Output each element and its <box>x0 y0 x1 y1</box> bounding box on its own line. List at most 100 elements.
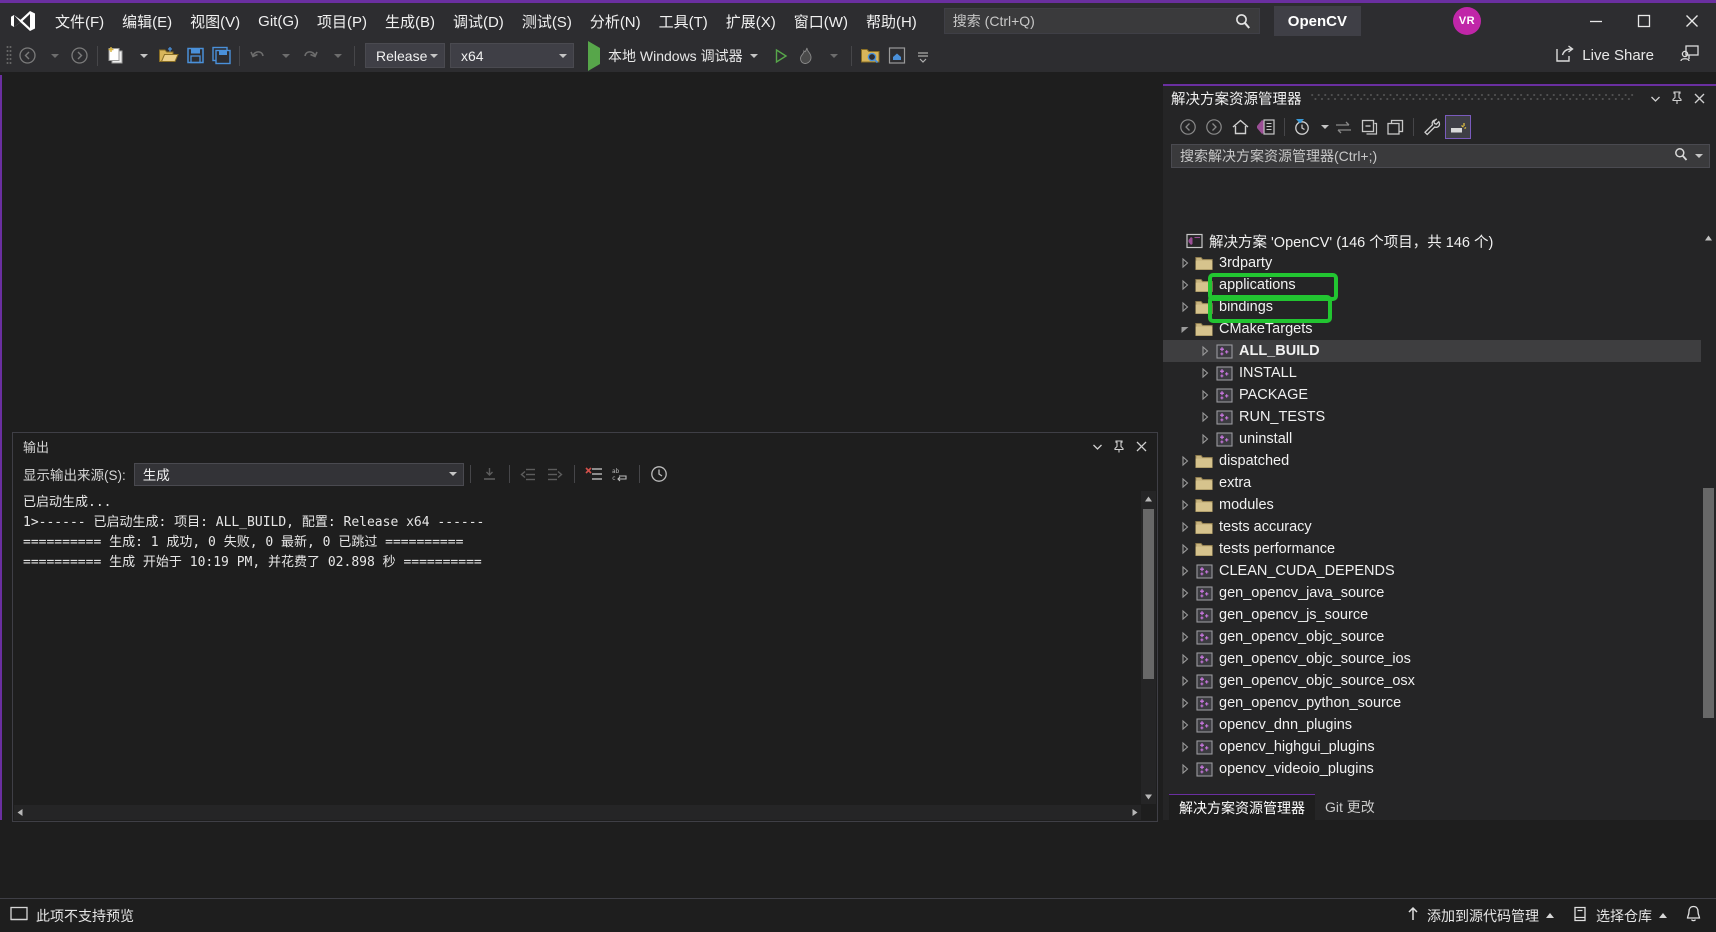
tab-solution-explorer[interactable]: 解决方案资源管理器 <box>1169 794 1315 820</box>
toggle-word-wrap-icon[interactable]: ab c <box>607 462 633 486</box>
minimize-icon[interactable] <box>1572 3 1620 39</box>
tree-row[interactable]: CLEAN_CUDA_DEPENDS <box>1163 560 1716 582</box>
collapse-all-icon[interactable] <box>1356 115 1382 139</box>
clear-all-icon[interactable] <box>581 462 607 486</box>
scroll-up-icon[interactable] <box>1141 491 1156 506</box>
chevron-right-icon[interactable] <box>1177 714 1193 736</box>
chevron-right-icon[interactable] <box>1197 340 1213 362</box>
tree-row[interactable]: gen_opencv_objc_source_osx <box>1163 670 1716 692</box>
live-share-session-icon[interactable] <box>1670 41 1710 70</box>
pin-icon[interactable] <box>1109 435 1129 457</box>
tree-row[interactable]: RUN_TESTS <box>1163 406 1716 428</box>
solution-home-icon[interactable] <box>884 42 910 70</box>
solution-configuration-dropdown[interactable]: Release <box>365 43 445 68</box>
menu-item-tools[interactable]: 工具(T) <box>650 3 717 39</box>
active-solution-chip[interactable]: OpenCV <box>1273 6 1361 36</box>
tree-row[interactable]: tests accuracy <box>1163 516 1716 538</box>
undo-dropdown[interactable] <box>271 42 297 70</box>
chevron-right-icon[interactable] <box>1197 428 1213 450</box>
sync-with-active-document-icon[interactable] <box>1330 115 1356 139</box>
tree-row[interactable]: opencv_videoio_plugins <box>1163 758 1716 778</box>
back-icon[interactable] <box>1175 115 1201 139</box>
save-file-icon[interactable] <box>182 42 208 70</box>
close-icon[interactable] <box>1688 86 1710 110</box>
chevron-down-icon[interactable] <box>1087 435 1107 457</box>
output-vertical-scrollbar[interactable] <box>1141 491 1156 804</box>
chevron-right-icon[interactable] <box>1177 494 1193 516</box>
tree-row[interactable]: gen_opencv_js_source <box>1163 604 1716 626</box>
chevron-right-icon[interactable] <box>1177 538 1193 560</box>
solution-explorer-scrollbar[interactable] <box>1701 230 1716 778</box>
chevron-right-icon[interactable] <box>1177 648 1193 670</box>
tree-row[interactable]: gen_opencv_python_source <box>1163 692 1716 714</box>
chevron-right-icon[interactable] <box>1177 296 1193 318</box>
chevron-down-icon[interactable] <box>1177 318 1193 340</box>
menu-item-test[interactable]: 测试(S) <box>513 3 581 39</box>
preview-selected-items-icon[interactable] <box>1445 115 1471 139</box>
tree-row[interactable]: modules <box>1163 494 1716 516</box>
menu-item-project[interactable]: 项目(P) <box>308 3 376 39</box>
toolbar-overflow-icon[interactable] <box>910 42 936 70</box>
notifications-button[interactable] <box>1685 905 1702 926</box>
close-icon[interactable] <box>1131 435 1151 457</box>
redo-icon[interactable] <box>297 42 323 70</box>
solution-platform-dropdown[interactable]: x64 <box>450 43 574 68</box>
global-search-input[interactable]: 搜索 (Ctrl+Q) <box>943 8 1260 34</box>
chevron-right-icon[interactable] <box>1177 582 1193 604</box>
scroll-left-icon[interactable] <box>16 804 24 822</box>
menu-item-debug[interactable]: 调试(D) <box>444 3 513 39</box>
navigate-back-button[interactable] <box>14 42 40 70</box>
tree-row-solution-root[interactable]: 解决方案 'OpenCV' (146 个项目，共 146 个) <box>1163 230 1716 252</box>
navigate-back-dropdown[interactable] <box>40 42 66 70</box>
start-debugging-button[interactable]: 本地 Windows 调试器 <box>582 40 764 71</box>
menu-item-view[interactable]: 视图(V) <box>181 3 249 39</box>
start-without-debugging-icon[interactable] <box>768 42 794 70</box>
chevron-right-icon[interactable] <box>1177 450 1193 472</box>
tree-row[interactable]: dispatched <box>1163 450 1716 472</box>
solution-tree[interactable]: 解决方案 'OpenCV' (146 个项目，共 146 个) 3rdparty… <box>1163 230 1716 778</box>
chevron-right-icon[interactable] <box>1177 516 1193 538</box>
avatar[interactable]: VR <box>1452 7 1481 35</box>
hot-reload-dropdown[interactable] <box>820 42 846 70</box>
select-repository-button[interactable]: 选择仓库 <box>1572 906 1667 926</box>
go-to-message-icon[interactable] <box>477 462 503 486</box>
chevron-right-icon[interactable] <box>1177 692 1193 714</box>
chevron-right-icon[interactable] <box>1177 736 1193 758</box>
scroll-right-icon[interactable] <box>1131 804 1139 822</box>
add-to-source-control-button[interactable]: 添加到源代码管理 <box>1406 906 1554 926</box>
tree-row[interactable]: uninstall <box>1163 428 1716 450</box>
forward-icon[interactable] <box>1201 115 1227 139</box>
close-icon[interactable] <box>1668 3 1716 39</box>
chevron-right-icon[interactable] <box>1197 406 1213 428</box>
scroll-down-icon[interactable] <box>1141 789 1156 804</box>
tree-row[interactable]: extra <box>1163 472 1716 494</box>
chevron-right-icon[interactable] <box>1177 604 1193 626</box>
tree-row[interactable]: opencv_highgui_plugins <box>1163 736 1716 758</box>
maximize-icon[interactable] <box>1620 3 1668 39</box>
chevron-right-icon[interactable] <box>1197 384 1213 406</box>
pin-icon[interactable] <box>1666 86 1688 110</box>
tree-row[interactable]: gen_opencv_java_source <box>1163 582 1716 604</box>
output-text-area[interactable]: 已启动生成... 1>------ 已启动生成: 项目: ALL_BUILD, … <box>13 491 1157 804</box>
tree-row[interactable]: gen_opencv_objc_source_ios <box>1163 648 1716 670</box>
chevron-down-icon[interactable] <box>1644 86 1666 110</box>
solution-view-icon[interactable] <box>1253 115 1279 139</box>
hot-reload-icon[interactable] <box>794 42 820 70</box>
tree-row[interactable]: opencv_dnn_plugins <box>1163 714 1716 736</box>
chevron-right-icon[interactable] <box>1177 252 1193 274</box>
chevron-right-icon[interactable] <box>1197 362 1213 384</box>
search-options-chevron-icon[interactable] <box>1695 154 1703 158</box>
chevron-right-icon[interactable] <box>1177 560 1193 582</box>
menu-item-file[interactable]: 文件(F) <box>46 3 113 39</box>
tree-row[interactable]: PACKAGE <box>1163 384 1716 406</box>
tree-row[interactable]: bindings <box>1163 296 1716 318</box>
menu-item-git[interactable]: Git(G) <box>249 3 308 39</box>
home-icon[interactable] <box>1227 115 1253 139</box>
live-share-button[interactable]: Live Share <box>1547 42 1662 70</box>
output-horizontal-scrollbar[interactable] <box>14 805 1141 820</box>
previous-message-icon[interactable] <box>516 462 542 486</box>
tree-row[interactable]: tests performance <box>1163 538 1716 560</box>
solution-explorer-search-input[interactable]: 搜索解决方案资源管理器(Ctrl+;) <box>1171 144 1710 168</box>
output-source-dropdown[interactable]: 生成 <box>133 462 464 486</box>
filter-dropdown-icon[interactable] <box>1316 115 1330 139</box>
